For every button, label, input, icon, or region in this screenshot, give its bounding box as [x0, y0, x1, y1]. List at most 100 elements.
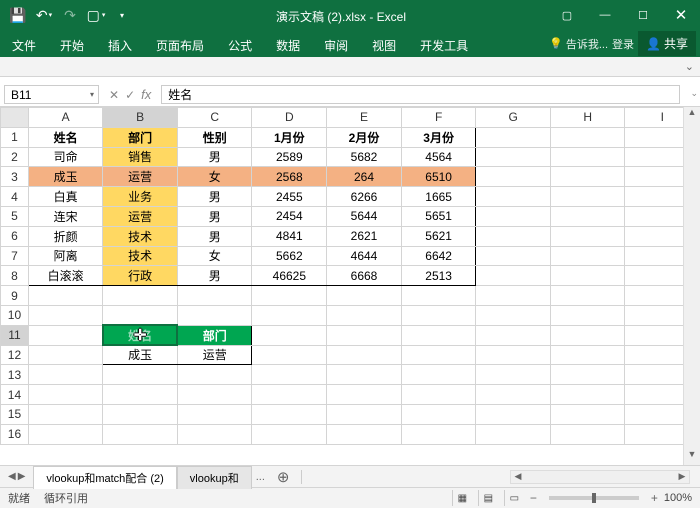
- cell[interactable]: 2454: [252, 206, 327, 226]
- tab-view[interactable]: 视图: [360, 30, 408, 57]
- cell[interactable]: [177, 385, 252, 405]
- tab-page-layout[interactable]: 页面布局: [144, 30, 216, 57]
- cell[interactable]: [476, 365, 551, 385]
- cell[interactable]: 264: [327, 167, 402, 187]
- worksheet-area[interactable]: A B C D E F G H I 1 姓名 部门 性别 1月份 2月份 3月份…: [0, 107, 700, 465]
- row-header-13[interactable]: 13: [1, 365, 29, 385]
- cell[interactable]: [550, 187, 625, 207]
- cell[interactable]: 白滚滚: [28, 266, 103, 286]
- redo-button[interactable]: ↷: [58, 3, 82, 27]
- cell[interactable]: 2513: [401, 266, 476, 286]
- cell[interactable]: [177, 286, 252, 306]
- cell[interactable]: [28, 305, 103, 325]
- cell[interactable]: 成玉: [28, 167, 103, 187]
- cell[interactable]: [103, 385, 178, 405]
- row-header-10[interactable]: 10: [1, 305, 29, 325]
- tab-nav[interactable]: ◀▶: [0, 471, 33, 482]
- cell[interactable]: [550, 127, 625, 147]
- cell[interactable]: 运营: [103, 167, 178, 187]
- cell[interactable]: 部门: [177, 325, 252, 345]
- cell[interactable]: [103, 365, 178, 385]
- cell[interactable]: [550, 305, 625, 325]
- cell[interactable]: 5644: [327, 206, 402, 226]
- cell[interactable]: [327, 305, 402, 325]
- row-header-11[interactable]: 11: [1, 325, 29, 345]
- tab-review[interactable]: 审阅: [312, 30, 360, 57]
- cell[interactable]: 5651: [401, 206, 476, 226]
- qat-customize-button[interactable]: ▾: [110, 3, 134, 27]
- cell[interactable]: 4644: [327, 246, 402, 266]
- cell[interactable]: [550, 385, 625, 405]
- cell[interactable]: [401, 305, 476, 325]
- col-header-G[interactable]: G: [476, 108, 551, 128]
- tab-formulas[interactable]: 公式: [216, 30, 264, 57]
- cell[interactable]: 3月份: [401, 127, 476, 147]
- cell[interactable]: [476, 325, 551, 345]
- cell[interactable]: [252, 424, 327, 444]
- cell[interactable]: 6510: [401, 167, 476, 187]
- cell[interactable]: [103, 404, 178, 424]
- cell[interactable]: [28, 424, 103, 444]
- cell[interactable]: 2568: [252, 167, 327, 187]
- cancel-formula-icon[interactable]: ✕: [109, 88, 119, 102]
- sheet-tab-more[interactable]: ...: [252, 471, 269, 483]
- cell[interactable]: 姓名: [28, 127, 103, 147]
- cell[interactable]: [476, 206, 551, 226]
- cell[interactable]: [550, 167, 625, 187]
- col-header-F[interactable]: F: [401, 108, 476, 128]
- cell[interactable]: 技术: [103, 246, 178, 266]
- zoom-slider[interactable]: [549, 496, 639, 500]
- col-header-H[interactable]: H: [550, 108, 625, 128]
- save-button[interactable]: 💾: [6, 3, 30, 27]
- row-header-1[interactable]: 1: [1, 127, 29, 147]
- cell[interactable]: 2621: [327, 226, 402, 246]
- col-header-B[interactable]: B: [103, 108, 178, 128]
- cell-B11-active[interactable]: 姓名✛: [103, 325, 178, 345]
- cell[interactable]: [476, 286, 551, 306]
- cell[interactable]: [103, 286, 178, 306]
- close-button[interactable]: ✕: [662, 0, 700, 30]
- cell[interactable]: [476, 187, 551, 207]
- cell[interactable]: 女: [177, 246, 252, 266]
- cell[interactable]: 运营: [103, 206, 178, 226]
- cell[interactable]: 性别: [177, 127, 252, 147]
- cell[interactable]: [476, 305, 551, 325]
- cell[interactable]: [252, 385, 327, 405]
- col-header-D[interactable]: D: [252, 108, 327, 128]
- cell[interactable]: [550, 424, 625, 444]
- share-button[interactable]: 👤共享: [638, 31, 696, 56]
- cell[interactable]: [177, 305, 252, 325]
- cell[interactable]: 部门: [103, 127, 178, 147]
- view-page-layout-button[interactable]: ▤: [478, 490, 498, 506]
- cell[interactable]: [252, 325, 327, 345]
- cell[interactable]: [28, 365, 103, 385]
- cell[interactable]: [476, 127, 551, 147]
- cell[interactable]: 4564: [401, 147, 476, 167]
- cell[interactable]: [476, 424, 551, 444]
- cell[interactable]: [252, 305, 327, 325]
- cell[interactable]: 4841: [252, 226, 327, 246]
- cell[interactable]: [327, 424, 402, 444]
- view-normal-button[interactable]: ▦: [452, 490, 472, 506]
- sheet-tab-other[interactable]: vlookup和: [177, 466, 252, 489]
- cell[interactable]: 5662: [252, 246, 327, 266]
- formula-bar-expand-icon[interactable]: ⌄: [690, 88, 698, 99]
- cell[interactable]: [28, 385, 103, 405]
- cell[interactable]: 男: [177, 266, 252, 286]
- row-header-5[interactable]: 5: [1, 206, 29, 226]
- cell[interactable]: [550, 206, 625, 226]
- cell[interactable]: 连宋: [28, 206, 103, 226]
- cell[interactable]: [476, 147, 551, 167]
- undo-button[interactable]: ↶▾: [32, 3, 56, 27]
- vertical-scrollbar[interactable]: ▲ ▼: [683, 107, 700, 465]
- cell[interactable]: 2589: [252, 147, 327, 167]
- cell[interactable]: [177, 424, 252, 444]
- cell[interactable]: [476, 345, 551, 365]
- cell[interactable]: 男: [177, 226, 252, 246]
- cell[interactable]: 5682: [327, 147, 402, 167]
- cell[interactable]: 技术: [103, 226, 178, 246]
- cell[interactable]: 成玉: [103, 345, 178, 365]
- tab-home[interactable]: 开始: [48, 30, 96, 57]
- login-button[interactable]: 登录: [612, 36, 634, 52]
- cell[interactable]: 6642: [401, 246, 476, 266]
